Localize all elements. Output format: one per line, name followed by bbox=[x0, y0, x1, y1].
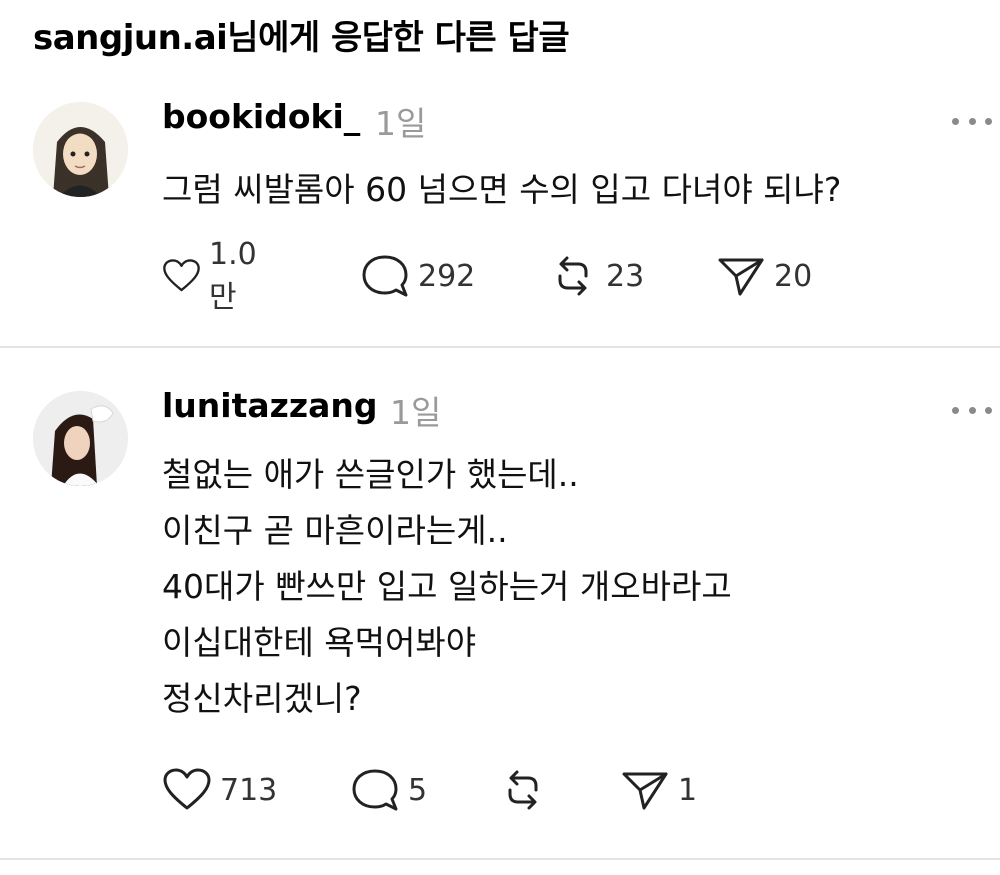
like-button[interactable]: 713 bbox=[162, 768, 277, 812]
avatar[interactable] bbox=[33, 391, 128, 486]
comment-count: 292 bbox=[418, 258, 476, 294]
divider bbox=[0, 858, 1000, 860]
repost-count: 23 bbox=[606, 258, 645, 294]
comment-bubble-icon bbox=[352, 769, 398, 811]
repost-button[interactable]: 23 bbox=[548, 254, 644, 298]
more-dots-icon[interactable] bbox=[952, 403, 992, 417]
timestamp: 1일 bbox=[390, 393, 442, 432]
username[interactable]: bookidoki_ bbox=[162, 97, 360, 136]
comment-bubble-icon bbox=[362, 255, 408, 297]
repost-button[interactable] bbox=[498, 768, 556, 812]
divider bbox=[0, 346, 1000, 348]
send-icon bbox=[718, 258, 764, 296]
more-dots-icon[interactable] bbox=[952, 114, 992, 128]
share-button[interactable]: 20 bbox=[716, 254, 812, 298]
send-icon bbox=[622, 772, 668, 810]
post-text-line: 이십대한테 욕먹어봐야 bbox=[162, 623, 477, 662]
post-text-line: 정신차리겠니? bbox=[162, 679, 362, 718]
repost-icon bbox=[558, 256, 588, 296]
share-button[interactable]: 1 bbox=[620, 768, 697, 812]
repost-icon bbox=[508, 770, 538, 810]
post-text-line: 그럼 씨발롬아 60 넘으면 수의 입고 다녀야 되냐? bbox=[162, 170, 842, 209]
post-text-line: 40대가 빤쓰만 입고 일하는거 개오바라고 bbox=[162, 567, 732, 606]
avatar[interactable] bbox=[33, 102, 128, 197]
share-count: 20 bbox=[774, 258, 813, 294]
timestamp: 1일 bbox=[375, 104, 427, 143]
page-title: sangjun.ai님에게 응답한 다른 답글 bbox=[33, 18, 570, 58]
heart-icon bbox=[163, 768, 211, 810]
username[interactable]: lunitazzang bbox=[162, 386, 377, 425]
share-count: 1 bbox=[678, 772, 698, 808]
comment-button[interactable]: 292 bbox=[360, 254, 475, 298]
heart-icon bbox=[163, 259, 200, 292]
like-button[interactable]: 1.0만 bbox=[162, 237, 268, 315]
post-text-line: 철없는 애가 쓴글인가 했는데.. bbox=[162, 455, 579, 494]
post-text-line: 이친구 곧 마흔이라는게.. bbox=[162, 511, 508, 550]
comment-button[interactable]: 5 bbox=[350, 768, 427, 812]
like-count: 1.0만 bbox=[208, 236, 257, 315]
comment-count: 5 bbox=[408, 772, 428, 808]
like-count: 713 bbox=[220, 772, 278, 808]
